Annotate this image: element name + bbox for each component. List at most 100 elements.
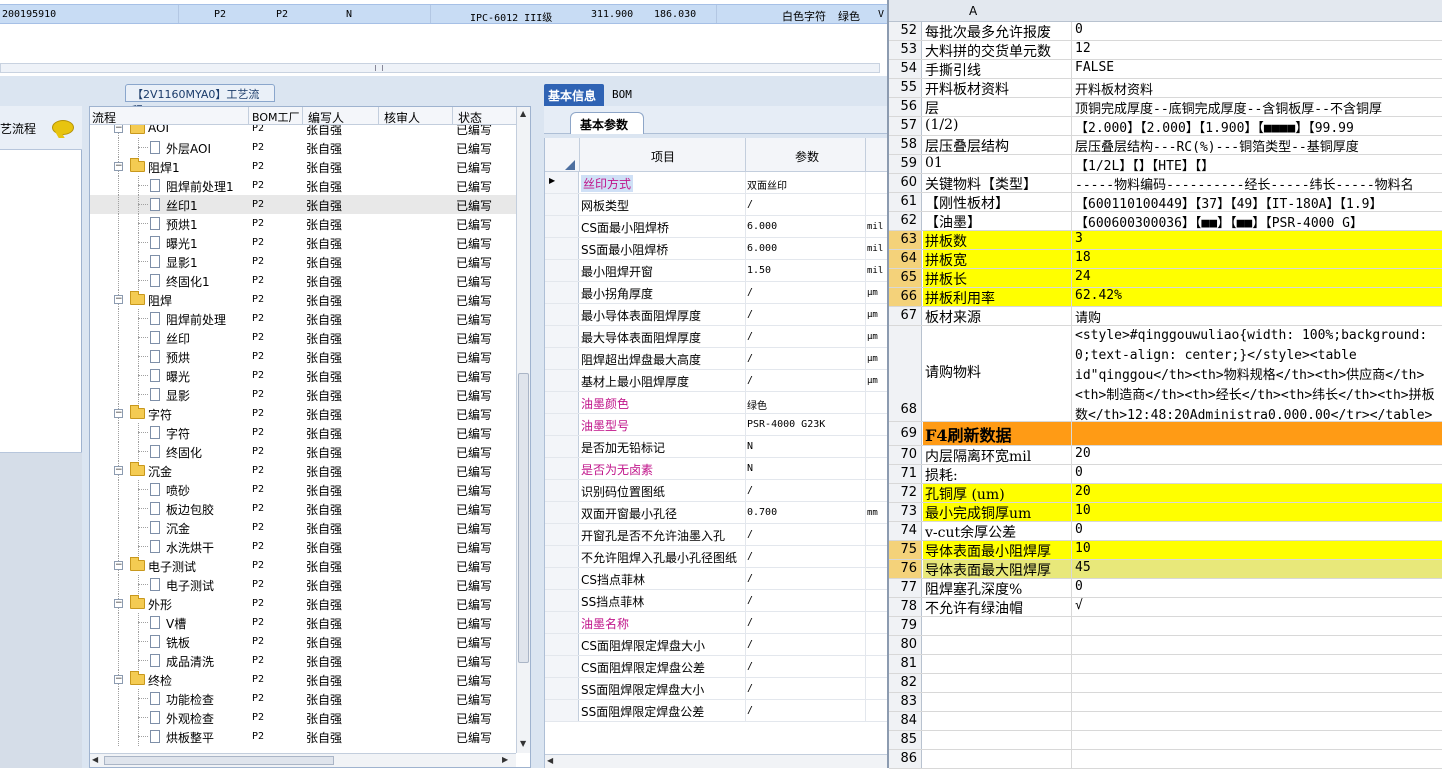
tree-folder-row[interactable]: − 外形 P2 张自强 已编写 xyxy=(90,594,516,613)
scroll-down-icon[interactable]: ▼ xyxy=(520,739,526,748)
cell-b[interactable]: 0 xyxy=(1072,465,1442,483)
param-row[interactable]: CS面阻焊限定焊盘大小 / xyxy=(545,634,888,656)
sheet-row[interactable]: 82 xyxy=(889,674,1442,693)
cell-a[interactable] xyxy=(923,636,1072,654)
param-row[interactable]: 最小阻焊开窗 1.50 mil xyxy=(545,260,888,282)
row-header[interactable] xyxy=(545,414,579,435)
cell-b[interactable]: 45 xyxy=(1072,560,1442,578)
row-number[interactable]: 69 xyxy=(889,422,922,445)
tree-item-row[interactable]: 烘板整平 P2 张自强 已编写 xyxy=(90,727,516,746)
param-row[interactable]: 最小导体表面阻焊厚度 / μm xyxy=(545,304,888,326)
sheet-row[interactable]: 52 每批次最多允许报废 0 xyxy=(889,22,1442,41)
cell-a[interactable]: 每批次最多允许报废 xyxy=(923,22,1072,40)
horizontal-scrollbar[interactable]: ◀ xyxy=(545,754,888,768)
cell-a[interactable]: F4刷新数据 xyxy=(923,422,1072,445)
cell-a[interactable]: 导体表面最大阻焊厚 xyxy=(923,560,1072,578)
tree-item-row[interactable]: 外层AOI P2 张自强 已编写 xyxy=(90,138,516,157)
row-number[interactable]: 52 xyxy=(889,22,922,40)
sheet-row[interactable]: 74 v-cut余厚公差 0 xyxy=(889,522,1442,541)
row-header[interactable]: ▶ xyxy=(545,172,579,193)
cell-a[interactable]: v-cut余厚公差 xyxy=(923,522,1072,540)
collapse-icon[interactable]: − xyxy=(114,162,123,171)
cell-a[interactable]: 拼板宽 xyxy=(923,250,1072,268)
cell-a[interactable]: 导体表面最小阻焊厚 xyxy=(923,541,1072,559)
vertical-scrollbar[interactable]: ▲ ▼ xyxy=(516,107,530,753)
collapse-icon[interactable]: − xyxy=(114,675,123,684)
row-number[interactable]: 75 xyxy=(889,541,922,559)
cell-b[interactable]: <style>#qinggouwuliao{width: 100%;backgr… xyxy=(1072,326,1442,421)
sheet-row[interactable]: 59 01 【1/2L】【】【HTE】【】 xyxy=(889,155,1442,174)
scroll-left-icon[interactable]: ◀ xyxy=(92,755,98,764)
col-header-reviewer[interactable]: 核审人 xyxy=(384,109,420,126)
param-row[interactable]: 是否加无铅标记 N xyxy=(545,436,888,458)
cell-b[interactable]: 62.42% xyxy=(1072,288,1442,306)
row-number[interactable]: 76 xyxy=(889,560,922,578)
row-number[interactable]: 70 xyxy=(889,446,922,464)
row-header[interactable] xyxy=(545,348,579,369)
tree-item-row[interactable]: 水洗烘干 P2 张自强 已编写 xyxy=(90,537,516,556)
row-number[interactable]: 86 xyxy=(889,750,922,768)
cell-b[interactable] xyxy=(1072,617,1442,635)
sheet-row[interactable]: 65 拼板长 24 xyxy=(889,269,1442,288)
select-all-corner-icon[interactable] xyxy=(565,160,575,170)
sheet-row[interactable]: 86 xyxy=(889,750,1442,769)
tab-basic-params[interactable]: 基本参数 xyxy=(570,112,644,134)
comment-icon[interactable] xyxy=(52,120,74,135)
horizontal-scrollbar[interactable] xyxy=(0,63,880,73)
tree-item-row[interactable]: 丝印 P2 张自强 已编写 xyxy=(90,328,516,347)
tree-item-row[interactable]: 铣板 P2 张自强 已编写 xyxy=(90,632,516,651)
cell-a[interactable] xyxy=(923,617,1072,635)
row-number[interactable]: 62 xyxy=(889,212,922,230)
row-number[interactable]: 82 xyxy=(889,674,922,692)
horizontal-scrollbar[interactable]: ◀ ▶ xyxy=(90,753,516,767)
order-row[interactable]: 200195910 P2 P2 N IPC-6012 III级 311.900 … xyxy=(0,4,887,24)
tree-item-row[interactable]: 电子测试 P2 张自强 已编写 xyxy=(90,575,516,594)
cell-a[interactable]: 拼板长 xyxy=(923,269,1072,287)
sheet-row[interactable]: 62 【油墨】 【600600300036】【■■】【■■】【PSR-4000 G】 xyxy=(889,212,1442,231)
param-value[interactable]: / xyxy=(747,639,753,650)
param-value[interactable]: 6.000 xyxy=(747,221,777,232)
cell-a[interactable]: 拼板数 xyxy=(923,231,1072,249)
cell-a[interactable] xyxy=(923,712,1072,730)
cell-b[interactable]: 【1/2L】【】【HTE】【】 xyxy=(1072,155,1442,173)
row-header[interactable] xyxy=(545,678,579,699)
sheet-row[interactable]: 85 xyxy=(889,731,1442,750)
row-header[interactable] xyxy=(545,656,579,677)
row-header[interactable] xyxy=(545,216,579,237)
sheet-row[interactable]: 73 最小完成铜厚um 10 xyxy=(889,503,1442,522)
cell-b[interactable]: 10 xyxy=(1072,503,1442,521)
row-number[interactable]: 81 xyxy=(889,655,922,673)
row-header[interactable] xyxy=(545,326,579,347)
row-number[interactable]: 80 xyxy=(889,636,922,654)
tree-item-row[interactable]: 终固化 P2 张自强 已编写 xyxy=(90,442,516,461)
row-header[interactable] xyxy=(545,502,579,523)
sheet-row[interactable]: 72 孔铜厚 (um) 20 xyxy=(889,484,1442,503)
tree-folder-row[interactable]: − 字符 P2 张自强 已编写 xyxy=(90,404,516,423)
param-row[interactable]: 油墨型号 PSR-4000 G23K xyxy=(545,414,888,436)
cell-b[interactable]: 请购 xyxy=(1072,307,1442,325)
cell-b[interactable]: 0 xyxy=(1072,522,1442,540)
cell-a[interactable] xyxy=(923,750,1072,768)
tree-item-row[interactable]: 曝光 P2 张自强 已编写 xyxy=(90,366,516,385)
param-value[interactable]: / xyxy=(747,529,753,540)
param-value[interactable]: / xyxy=(747,595,753,606)
col-header-param[interactable]: 参数 xyxy=(795,148,819,165)
param-value[interactable]: / xyxy=(747,661,753,672)
sheet-row[interactable]: 84 xyxy=(889,712,1442,731)
tree-item-row[interactable]: 丝印1 P2 张自强 已编写 xyxy=(90,195,516,214)
row-header[interactable] xyxy=(545,458,579,479)
sheet-row[interactable]: 58 层压叠层结构 层压叠层结构---RC(%)---铜箔类型--基铜厚度 xyxy=(889,136,1442,155)
cell-a[interactable]: 大料拼的交货单元数 xyxy=(923,41,1072,59)
cell-a[interactable]: 板材来源 xyxy=(923,307,1072,325)
sheet-row[interactable]: 78 不允许有绿油帽 √ xyxy=(889,598,1442,617)
cell-a[interactable]: 层压叠层结构 xyxy=(923,136,1072,154)
cell-b[interactable]: 顶铜完成厚度--底铜完成厚度--含铜板厚--不含铜厚 xyxy=(1072,98,1442,116)
row-number[interactable]: 56 xyxy=(889,98,922,116)
tree-item-row[interactable]: 沉金 P2 张自强 已编写 xyxy=(90,518,516,537)
cell-a[interactable]: 层 xyxy=(923,98,1072,116)
cell-a[interactable]: 01 xyxy=(923,155,1072,173)
cell-b[interactable]: 10 xyxy=(1072,541,1442,559)
row-number[interactable]: 65 xyxy=(889,269,922,287)
cell-b[interactable] xyxy=(1072,636,1442,654)
row-header[interactable] xyxy=(545,700,579,721)
